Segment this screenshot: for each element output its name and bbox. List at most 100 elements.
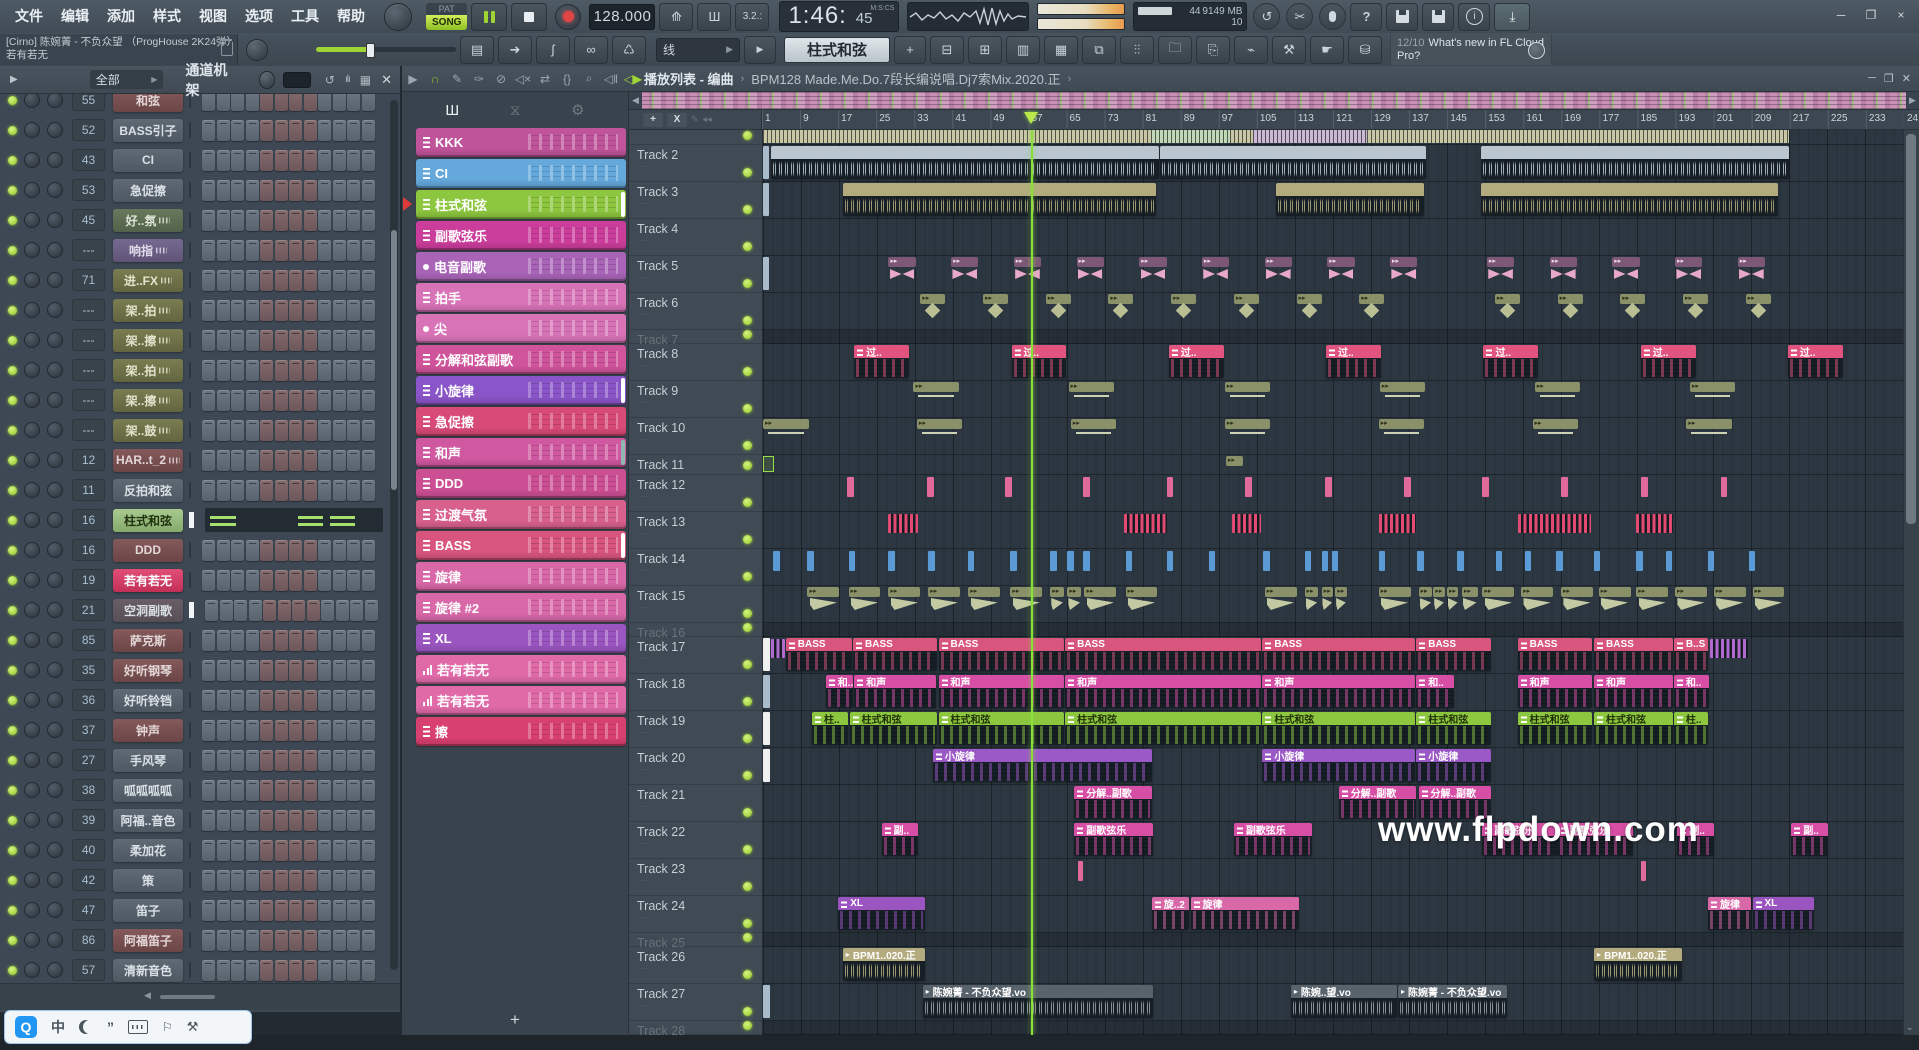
step-cell[interactable] (246, 720, 259, 741)
minimap-right-icon[interactable]: ▶ (1906, 92, 1919, 109)
step-cell[interactable] (246, 960, 259, 981)
pan-knob[interactable] (24, 842, 40, 858)
track-name[interactable]: Track 19 (629, 711, 762, 728)
track-options-dots[interactable]: ⋯ (629, 876, 762, 885)
channel-mute-indicator[interactable] (189, 332, 196, 348)
sample-clip[interactable]: ▸▸ (1535, 382, 1581, 415)
step-cell[interactable] (202, 390, 215, 411)
sample-clip[interactable]: ▸▸ (1550, 257, 1577, 290)
step-cell[interactable] (362, 360, 375, 381)
channel-button[interactable]: 架..拍 (113, 299, 183, 322)
step-cell[interactable] (217, 360, 230, 381)
main-pitch-slider[interactable] (316, 47, 456, 52)
sample-clip[interactable]: ▸▸ (1226, 456, 1243, 472)
step-cell[interactable] (246, 390, 259, 411)
track-lane[interactable]: ▸▸▸▸▸▸▸▸▸▸▸▸ (763, 381, 1903, 418)
track-options-dots[interactable]: ⋯ (629, 529, 762, 538)
sample-clip[interactable]: ▸▸ (1265, 257, 1292, 290)
track-header[interactable]: Track 18⋯ (629, 674, 762, 711)
step-cell[interactable] (217, 720, 230, 741)
step-cell[interactable] (304, 630, 317, 651)
track-name[interactable]: Track 5 (629, 256, 762, 273)
step-cell[interactable] (202, 840, 215, 861)
step-cell[interactable] (347, 270, 360, 291)
track-options-dots[interactable]: ⋯ (629, 691, 762, 700)
track-options-dots[interactable]: ⋯ (629, 654, 762, 663)
mode-toggle[interactable]: PAT SONG (426, 3, 467, 30)
track-led[interactable] (743, 933, 752, 942)
step-cell[interactable] (347, 120, 360, 141)
audio-clip[interactable]: ▸BPM1..020.正 (843, 948, 925, 981)
step-cell[interactable] (260, 630, 273, 651)
track-led[interactable] (743, 168, 752, 177)
channel-button[interactable]: 空洞副歌 (113, 599, 183, 622)
clip-marker[interactable] (807, 551, 813, 571)
channel-target-number[interactable]: 38 (72, 779, 105, 801)
channel-target-number[interactable]: 27 (72, 749, 105, 771)
track-options-dots[interactable]: ⋯ (629, 765, 762, 774)
channel-target-number[interactable]: 36 (72, 689, 105, 711)
step-cell[interactable] (275, 630, 288, 651)
channel-led[interactable] (8, 126, 17, 135)
track-name[interactable]: Track 13 (629, 512, 762, 529)
channel-mute-indicator[interactable] (189, 302, 196, 318)
minimize-button[interactable]: ─ (1829, 6, 1853, 24)
step-cell[interactable] (347, 330, 360, 351)
clip-marker[interactable] (1050, 551, 1056, 571)
channel-target-number[interactable]: 16 (72, 509, 105, 531)
step-cell[interactable] (217, 120, 230, 141)
channel-led[interactable] (8, 186, 17, 195)
step-cell[interactable] (217, 840, 230, 861)
download-button[interactable]: ⤓ (1494, 3, 1530, 31)
track-lane[interactable]: ▸▸▸▸▸▸▸▸▸▸▸▸▸▸▸▸▸▸▸▸▸▸▸▸▸▸ (763, 293, 1903, 330)
channel-mute-indicator[interactable] (189, 902, 196, 918)
menu-item-4[interactable]: 视图 (190, 0, 236, 33)
clip-marker[interactable] (763, 257, 769, 290)
volume-knob[interactable] (47, 872, 63, 888)
clip-marker[interactable] (763, 985, 770, 1018)
pan-knob[interactable] (24, 662, 40, 678)
step-cell[interactable] (318, 810, 331, 831)
step-cell[interactable] (304, 390, 317, 411)
step-cell[interactable] (231, 570, 244, 591)
menu-item-5[interactable]: 选项 (236, 0, 282, 33)
channel-led[interactable] (8, 336, 17, 345)
moon-icon[interactable] (79, 1020, 93, 1034)
track-name[interactable]: Track 11 (629, 455, 762, 472)
channel-led[interactable] (8, 246, 17, 255)
channel-mute-indicator[interactable] (189, 932, 196, 948)
step-cell[interactable] (292, 600, 305, 621)
track-lane[interactable]: 副..副歌弦乐副歌弦乐副歌弦乐副歌弦乐副..副.. (763, 822, 1903, 859)
channel-led[interactable] (8, 456, 17, 465)
step-cell[interactable] (231, 960, 244, 981)
step-cell[interactable] (318, 540, 331, 561)
channel-target-number[interactable]: 53 (72, 179, 105, 201)
track-lane[interactable]: XL旋..2旋律旋律XL (763, 896, 1903, 933)
step-cell[interactable] (362, 870, 375, 891)
punctuation-icon[interactable]: ” (107, 1019, 114, 1035)
sample-clip[interactable]: ▸▸ (807, 587, 839, 620)
pattern-clip[interactable]: 柱.. (1674, 712, 1708, 745)
track-led[interactable] (743, 279, 752, 288)
pattern-item[interactable]: CI (416, 159, 626, 188)
track-name[interactable]: Track 21 (629, 785, 762, 802)
pan-knob[interactable] (24, 512, 40, 528)
track-options-dots[interactable]: ⋯ (629, 236, 762, 245)
clip-marker[interactable] (763, 675, 770, 708)
step-cell[interactable] (347, 750, 360, 771)
step-cell[interactable] (275, 270, 288, 291)
sample-clip[interactable]: ▸▸ (1620, 294, 1645, 327)
pattern-item[interactable]: 旋律 #2 (416, 593, 626, 622)
pan-knob[interactable] (24, 782, 40, 798)
step-cell[interactable] (304, 270, 317, 291)
step-cell[interactable] (347, 240, 360, 261)
step-cell[interactable] (347, 690, 360, 711)
play-icon[interactable]: ▶ (10, 74, 18, 85)
channel-button[interactable]: 钟声 (113, 719, 183, 742)
channel-led[interactable] (8, 486, 17, 495)
playlist-grid[interactable]: ▸▸▸▸▸▸▸▸▸▸▸▸▸▸▸▸▸▸▸▸▸▸▸▸▸▸▸▸▸▸▸▸▸▸▸▸▸▸▸▸… (763, 130, 1903, 1035)
clip-marker[interactable] (1561, 477, 1568, 497)
audio-clip[interactable] (843, 183, 1157, 216)
clip-marker[interactable] (1636, 551, 1642, 571)
channel-button[interactable]: 进..FX (113, 269, 183, 292)
